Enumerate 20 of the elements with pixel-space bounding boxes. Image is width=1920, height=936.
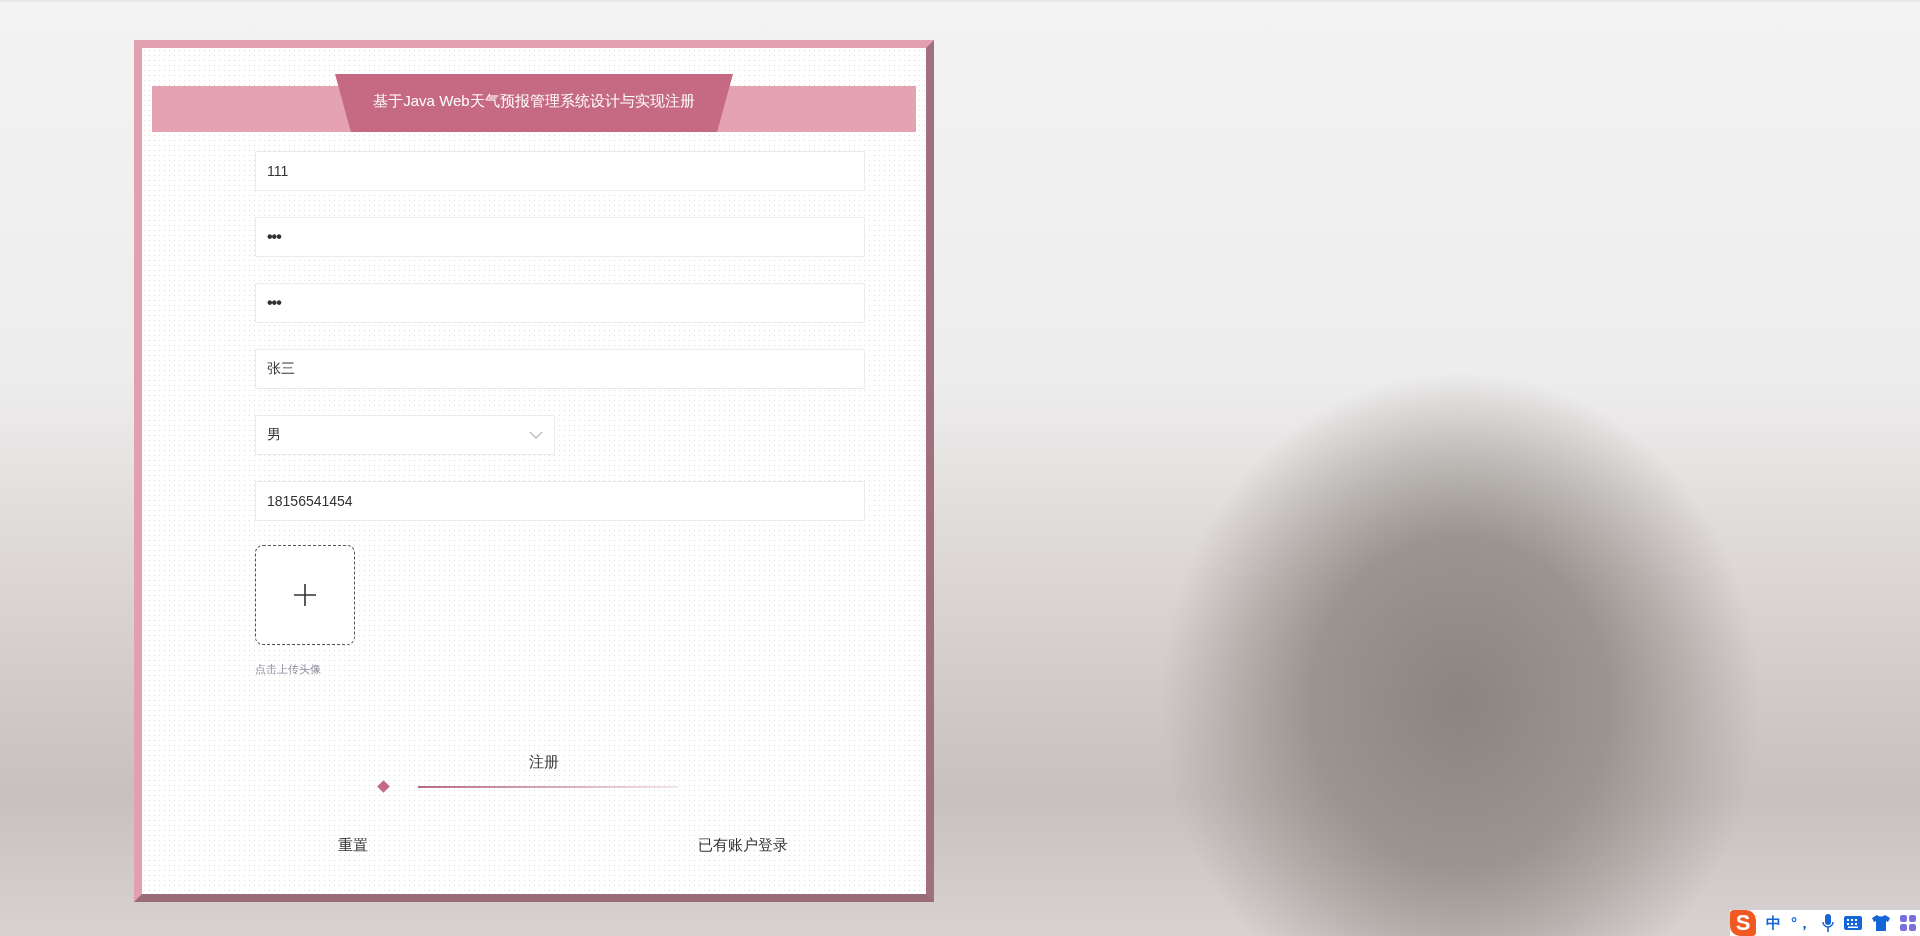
input-field[interactable]: 张三 [255,349,865,389]
input-mode-toggle[interactable]: 中 [1766,913,1781,933]
reset-button[interactable]: 重置 [338,836,368,855]
input-field[interactable]: 18156541454 [255,481,865,521]
login-link[interactable]: 已有账户登录 [698,836,788,855]
keyboard-icon[interactable] [1844,916,1862,930]
gender-select[interactable]: 男 [255,415,555,455]
upload-hint: 点击上传头像 [255,662,321,677]
password-field[interactable]: ••• [255,217,865,257]
avatar-upload[interactable] [255,545,355,645]
plus-icon [293,583,317,607]
register-button[interactable]: 注册 [529,753,559,772]
input-field[interactable]: 111 [255,151,865,191]
microphone-icon[interactable] [1822,914,1834,932]
shirt-icon[interactable] [1872,915,1890,931]
form-title: 基于Java Web天气预报管理系统设计与实现注册 [335,74,733,132]
chevron-down-icon [529,430,543,440]
password-field[interactable]: ••• [255,283,865,323]
grid-icon[interactable] [1900,915,1916,931]
punctuation-toggle[interactable]: °， [1791,913,1812,933]
